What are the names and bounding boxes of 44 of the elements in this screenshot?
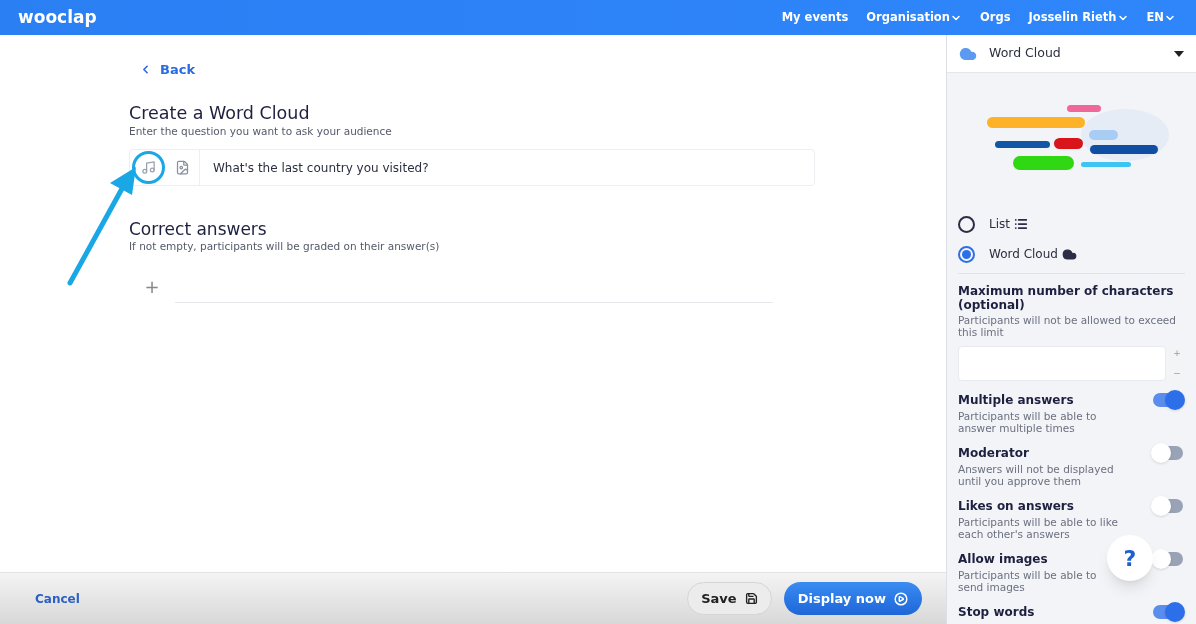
toggle-switch[interactable] xyxy=(1153,446,1183,460)
page-subtitle: Enter the question you want to ask your audience xyxy=(129,123,393,139)
play-circle-icon xyxy=(894,591,908,606)
toggle-switch[interactable] xyxy=(1153,605,1183,619)
radio-button[interactable] xyxy=(958,215,975,233)
option-label: List xyxy=(989,216,1010,233)
option-label: Word Cloud xyxy=(989,246,1058,263)
nav-link[interactable]: Orgs xyxy=(979,8,1011,27)
section-subtitle: If not empty, participants will be graded on their answer(s) xyxy=(129,239,441,255)
help-button[interactable]: ? xyxy=(1107,535,1153,581)
cancel-link[interactable]: Cancel xyxy=(35,589,80,608)
nav-link[interactable]: Organisation xyxy=(866,8,962,27)
setting-title: Allow images xyxy=(958,552,1048,566)
setting-description: Answers will not be displayed until you approve them xyxy=(958,463,1115,487)
add-answer-button[interactable]: + xyxy=(129,278,175,296)
setting-description: Participants will be able to answer multiple times xyxy=(958,410,1098,434)
page-title: Create a Word Cloud xyxy=(129,101,311,124)
question-field[interactable]: What's the last country you visited? xyxy=(129,149,815,187)
display-now-button[interactable]: Display now xyxy=(783,582,922,615)
question-text: What's the last country you visited? xyxy=(212,159,429,177)
setting-title: Moderator xyxy=(958,446,1029,460)
section-title: Correct answers xyxy=(129,219,268,240)
music-note-icon[interactable] xyxy=(140,160,156,176)
list-icon xyxy=(1014,217,1028,231)
image-file-icon[interactable] xyxy=(175,160,190,176)
question-type-dropdown[interactable]: Word Cloud xyxy=(947,35,1196,73)
caret-down-icon xyxy=(1174,50,1184,57)
logo[interactable]: wooclap xyxy=(18,4,97,31)
nav-link[interactable]: EN xyxy=(1146,8,1176,27)
toggle-switch[interactable] xyxy=(1153,552,1183,566)
setting-description: Participants will not be allowed to exceed this limit xyxy=(958,314,1177,338)
radio-button[interactable] xyxy=(958,245,975,263)
setting-title: Stop words xyxy=(958,605,1035,619)
setting-title: Maximum number of characters (optional) xyxy=(958,284,1175,312)
nav-link[interactable]: My events xyxy=(781,8,849,27)
toggle-switch[interactable] xyxy=(1153,499,1183,513)
setting-title: Multiple answers xyxy=(958,393,1074,407)
setting-title: Likes on answers xyxy=(958,499,1074,513)
cloud-icon xyxy=(1061,246,1077,262)
toggle-switch[interactable] xyxy=(1153,393,1183,407)
save-button[interactable]: Save xyxy=(687,582,772,615)
setting-description: Participants will be able to send images xyxy=(958,569,1098,593)
nav-link[interactable]: Josselin Rieth xyxy=(1028,8,1129,27)
back-link[interactable]: Back xyxy=(139,60,946,80)
